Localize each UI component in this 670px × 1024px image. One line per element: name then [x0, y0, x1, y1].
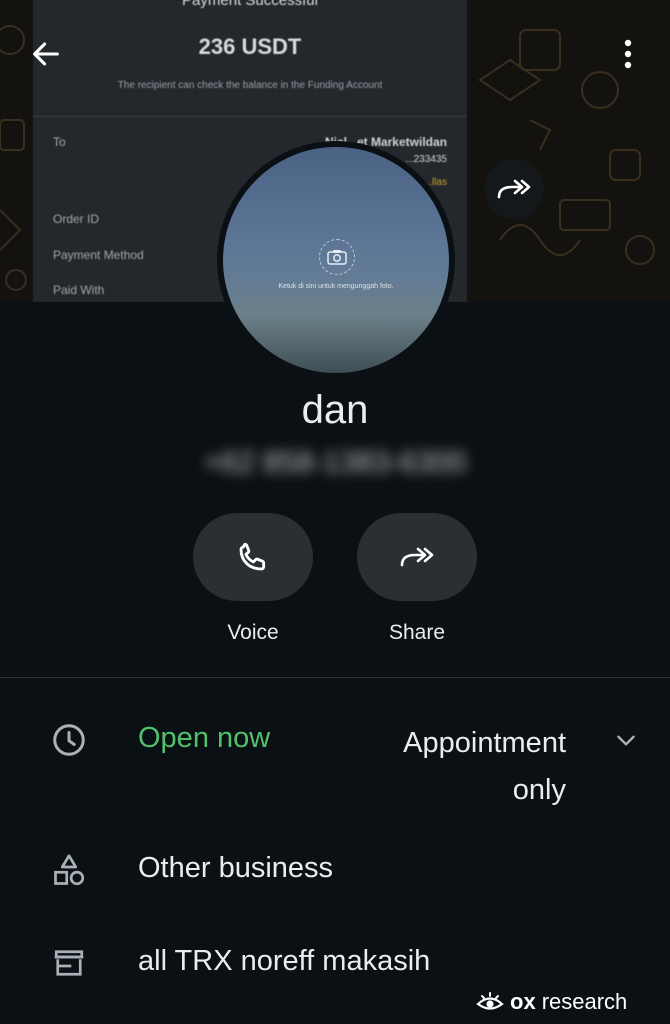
business-category: Other business	[138, 852, 334, 884]
expand-hours-button[interactable]	[608, 722, 644, 758]
receipt-subtitle: The recipient can check the balance in t…	[117, 80, 383, 91]
clock-icon	[50, 721, 88, 759]
arrow-left-icon	[33, 42, 59, 66]
receipt-label-paid-with: Paid With	[53, 283, 105, 297]
voice-call-action[interactable]: Voice	[193, 513, 313, 645]
receipt-value-to-id: ...233435	[405, 154, 447, 165]
receipt-label-to: To	[53, 135, 66, 149]
eye-logo-icon	[476, 992, 504, 1010]
camera-icon	[319, 239, 355, 275]
receipt-divider	[33, 116, 467, 117]
share-button[interactable]	[357, 513, 477, 601]
watermark: ox research	[476, 986, 627, 1018]
share-label: Share	[388, 621, 446, 644]
profile-avatar[interactable]: Ketuk di sini untuk mengunggah foto.	[217, 141, 455, 379]
phone-icon	[239, 542, 266, 571]
watermark-brand: ox	[510, 989, 536, 1014]
business-description: all TRX noreff makasih	[138, 945, 431, 977]
more-vertical-icon	[624, 39, 632, 69]
receipt-label-order-id: Order ID	[53, 212, 100, 226]
store-icon	[50, 944, 88, 982]
watermark-text: research	[541, 989, 628, 1014]
receipt-title: Payment Successful	[182, 0, 318, 9]
avatar-caption: Ketuk di sini untuk mengunggah foto.	[278, 283, 394, 290]
chevron-down-icon	[617, 735, 635, 746]
avatar-photo: Ketuk di sini untuk mengunggah foto.	[223, 147, 449, 373]
more-options-button[interactable]	[610, 34, 646, 74]
forward-icon	[400, 547, 434, 567]
section-divider	[0, 677, 670, 678]
hours-status[interactable]: Open now	[138, 722, 270, 755]
forward-icon	[497, 179, 531, 199]
back-button[interactable]	[26, 34, 66, 74]
share-action[interactable]: Share	[357, 513, 477, 645]
contact-name: dan	[301, 388, 369, 432]
forward-media-button[interactable]	[484, 159, 544, 219]
hours-detail[interactable]: Appointment only	[370, 720, 566, 814]
contact-phone: +62 858-1383-6300	[203, 446, 467, 479]
receipt-label-payment-method: Payment Method	[53, 248, 144, 262]
voice-label: Voice	[227, 621, 279, 644]
voice-call-button[interactable]	[193, 513, 313, 601]
receipt-amount: 236 USDT	[198, 34, 302, 59]
category-shapes-icon	[50, 851, 88, 889]
